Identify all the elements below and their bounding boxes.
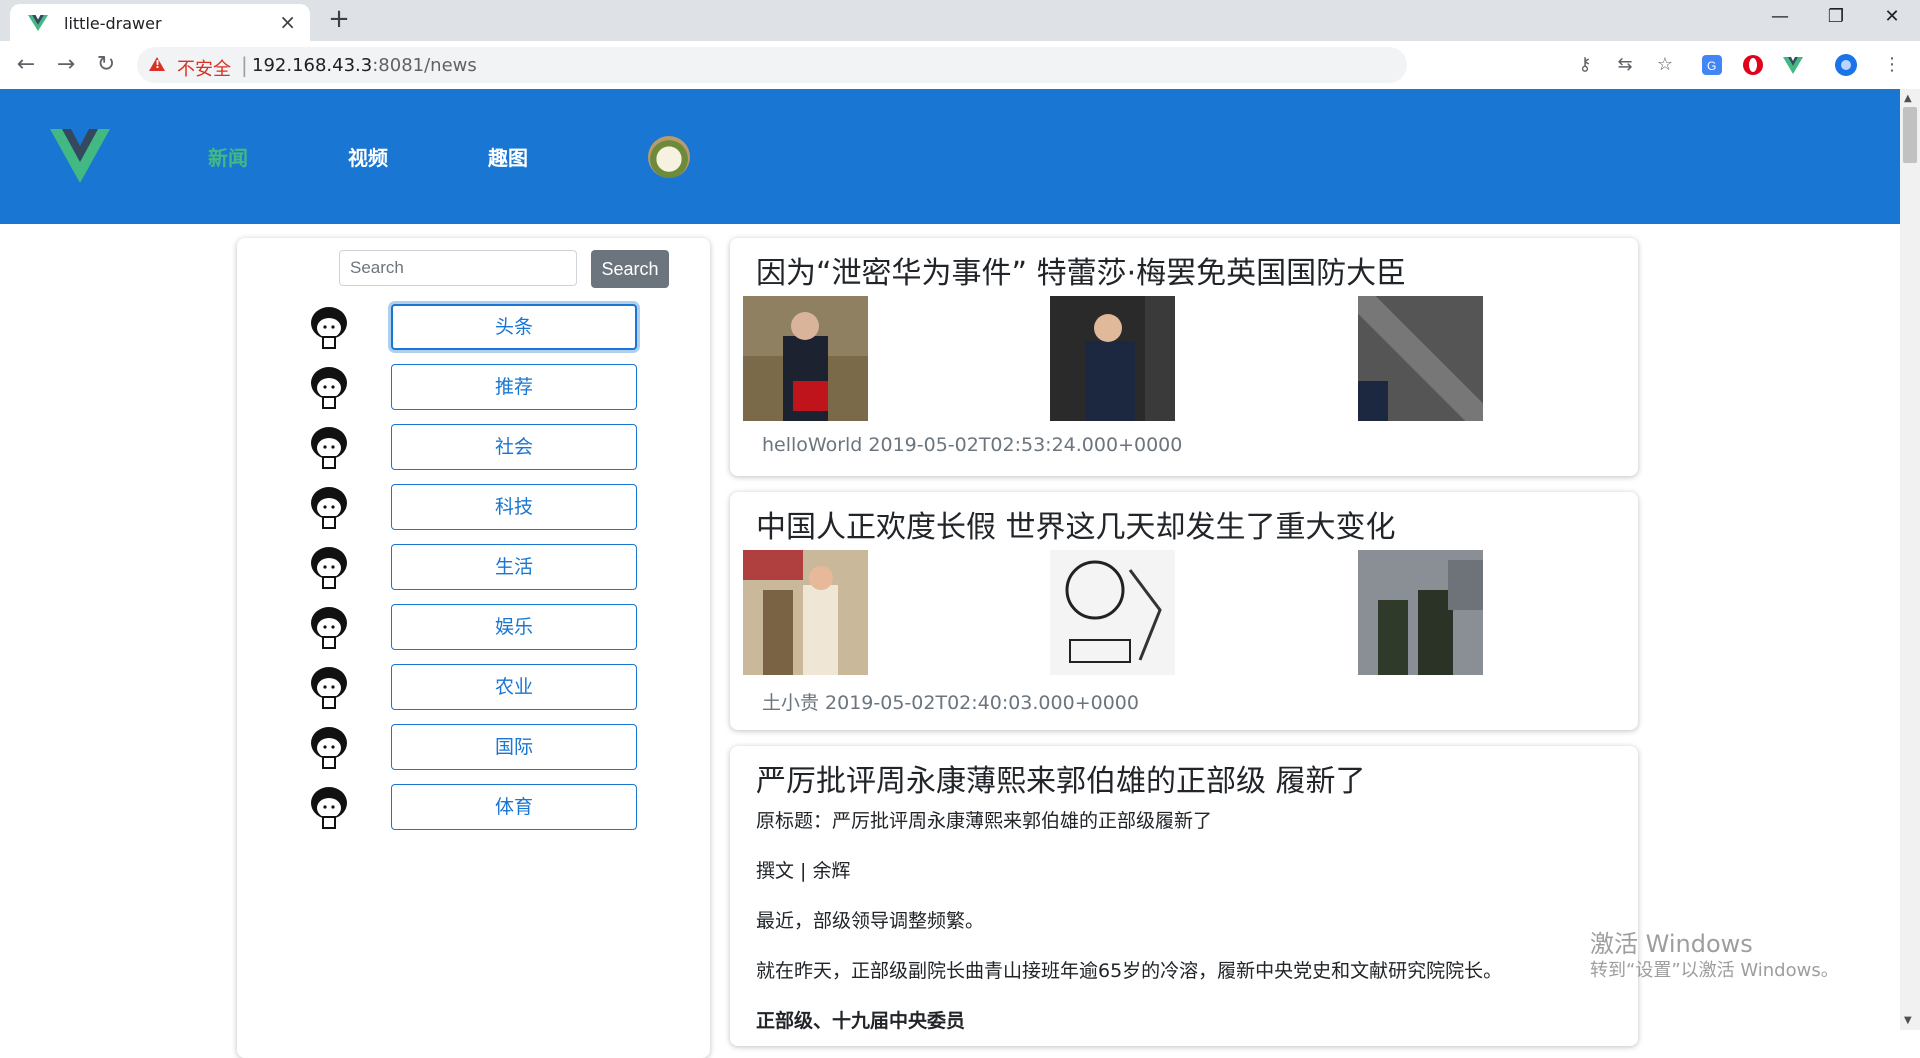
search-button[interactable]: Search <box>591 250 669 288</box>
news-thumbnail[interactable] <box>1358 550 1483 675</box>
scroll-thumb[interactable] <box>1903 107 1917 163</box>
news-title[interactable]: 中国人正欢度长假 世界这几天却发生了重大变化 <box>756 502 1396 546</box>
url-text: 192.168.43.3:8081/news <box>252 55 477 76</box>
category-avatar-icon <box>311 547 347 589</box>
search-input[interactable] <box>339 250 577 286</box>
address-bar[interactable]: 不安全 | 192.168.43.3:8081/news <box>137 47 1407 83</box>
category-row: 生活 <box>237 544 710 592</box>
maximize-button[interactable]: ❐ <box>1808 0 1864 34</box>
key-icon[interactable]: ⚷ <box>1573 53 1597 77</box>
page-scrollbar[interactable]: ▲ ▼ <box>1900 89 1920 1030</box>
category-button[interactable]: 农业 <box>391 664 637 710</box>
category-avatar-icon <box>311 607 347 649</box>
article-paragraph: 就在昨天，正部级副院长曲青山接班年逾65岁的冷溶，履新中央党史和文献研究院院长。 <box>756 960 1503 982</box>
category-button[interactable]: 头条 <box>391 304 637 350</box>
category-row: 推荐 <box>237 364 710 412</box>
category-sidebar: Search 头条推荐社会科技生活娱乐农业国际体育 <box>237 238 710 1058</box>
category-avatar-icon <box>311 427 347 469</box>
news-title[interactable]: 严厉批评周永康薄熙来郭伯雄的正部级 履新了 <box>756 756 1366 800</box>
news-title[interactable]: 因为“泄密华为事件” 特蕾莎·梅罢免英国国防大臣 <box>756 248 1406 292</box>
browser-tab-bar: little-drawer × + — ❐ ✕ <box>0 0 1920 41</box>
category-row: 科技 <box>237 484 710 532</box>
category-button[interactable]: 体育 <box>391 784 637 830</box>
bookmark-star-icon[interactable]: ☆ <box>1653 53 1677 77</box>
category-row: 娱乐 <box>237 604 710 652</box>
browser-toolbar: ← → ↻ 不安全 | 192.168.43.3:8081/news ⚷ ⇆ ☆… <box>0 41 1920 90</box>
profile-avatar-icon[interactable] <box>1834 53 1858 77</box>
news-thumbnail[interactable] <box>1050 296 1175 421</box>
article-paragraph: 原标题：严厉批评周永康薄熙来郭伯雄的正部级履新了 <box>756 810 1213 832</box>
news-thumbnail[interactable] <box>743 550 868 675</box>
warning-icon <box>149 57 165 71</box>
activation-watermark-title: 激活 Windows <box>1590 930 1753 958</box>
category-avatar-icon <box>311 487 347 529</box>
url-path: :8081/news <box>372 55 477 76</box>
scroll-up-arrow-icon[interactable]: ▲ <box>1904 93 1912 104</box>
category-row: 农业 <box>237 664 710 712</box>
vue-logo-icon[interactable] <box>50 129 110 183</box>
category-avatar-icon <box>311 667 347 709</box>
new-tab-button[interactable]: + <box>324 4 354 34</box>
minimize-button[interactable]: — <box>1752 0 1808 34</box>
article-paragraph: 撰文 | 余辉 <box>756 860 851 882</box>
category-row: 头条 <box>237 304 710 352</box>
insecure-label: 不安全 <box>177 59 231 80</box>
opera-extension-icon[interactable] <box>1741 53 1765 77</box>
news-card[interactable]: 严厉批评周永康薄熙来郭伯雄的正部级 履新了 原标题：严厉批评周永康薄熙来郭伯雄的… <box>730 746 1638 1046</box>
category-avatar-icon <box>311 727 347 769</box>
category-button[interactable]: 科技 <box>391 484 637 530</box>
category-avatar-icon <box>311 367 347 409</box>
svg-text:G: G <box>1707 59 1716 73</box>
forward-icon[interactable]: → <box>50 49 82 81</box>
category-row: 社会 <box>237 424 710 472</box>
nav-fun-pics[interactable]: 趣图 <box>488 142 528 171</box>
scroll-down-arrow-icon[interactable]: ▼ <box>1904 1015 1912 1026</box>
app-header: 新闻 视频 趣图 <box>0 89 1900 224</box>
activation-watermark-subtitle: 转到“设置”以激活 Windows。 <box>1590 960 1839 981</box>
category-row: 国际 <box>237 724 710 772</box>
news-thumbnail[interactable] <box>1050 550 1175 675</box>
news-card[interactable]: 因为“泄密华为事件” 特蕾莎·梅罢免英国国防大臣 helloWorld 2019… <box>730 238 1638 476</box>
vue-favicon-icon <box>28 15 48 31</box>
category-button[interactable]: 国际 <box>391 724 637 770</box>
tab-title: little-drawer <box>64 14 162 33</box>
reload-icon[interactable]: ↻ <box>90 49 122 81</box>
category-row: 体育 <box>237 784 710 832</box>
vue-devtools-extension-icon[interactable] <box>1781 53 1805 77</box>
news-meta: helloWorld 2019-05-02T02:53:24.000+0000 <box>762 434 1183 456</box>
window-close-button[interactable]: ✕ <box>1864 0 1920 34</box>
category-button[interactable]: 生活 <box>391 544 637 590</box>
news-card[interactable]: 中国人正欢度长假 世界这几天却发生了重大变化 土小贵 2019-05-02T02… <box>730 492 1638 730</box>
article-subheading: 正部级、十九届中央委员 <box>756 1010 966 1032</box>
nav-news[interactable]: 新闻 <box>208 142 248 171</box>
google-translate-extension-icon[interactable]: G <box>1700 53 1724 77</box>
category-button[interactable]: 推荐 <box>391 364 637 410</box>
url-separator: | <box>241 53 248 77</box>
url-host: 192.168.43.3 <box>252 55 373 76</box>
back-icon[interactable]: ← <box>10 49 42 81</box>
category-avatar-icon <box>311 307 347 349</box>
category-avatar-icon <box>311 787 347 829</box>
tab-close-icon[interactable]: × <box>279 10 296 34</box>
news-thumbnail[interactable] <box>743 296 868 421</box>
news-meta: 土小贵 2019-05-02T02:40:03.000+0000 <box>762 692 1139 714</box>
user-avatar[interactable] <box>648 136 690 178</box>
browser-menu-icon[interactable]: ⋮ <box>1880 53 1904 77</box>
nav-video[interactable]: 视频 <box>348 142 388 171</box>
article-paragraph: 最近，部级领导调整频繁。 <box>756 910 985 932</box>
translate-icon[interactable]: ⇆ <box>1613 53 1637 77</box>
browser-tab[interactable]: little-drawer × <box>10 4 310 41</box>
category-button[interactable]: 娱乐 <box>391 604 637 650</box>
news-thumbnail[interactable] <box>1358 296 1483 421</box>
category-button[interactable]: 社会 <box>391 424 637 470</box>
